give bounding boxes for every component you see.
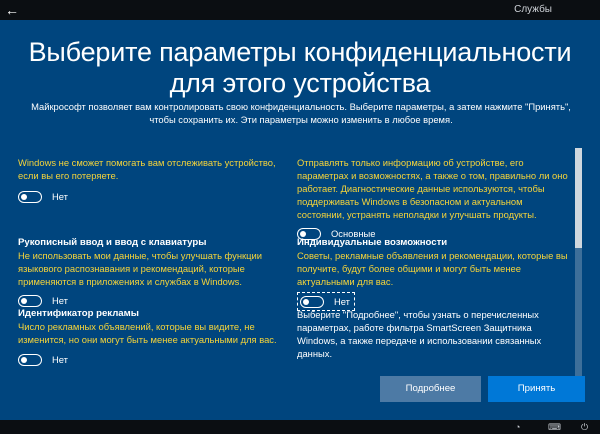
inking-toggle[interactable] — [18, 294, 42, 307]
inking-toggle-row: Нет — [18, 294, 290, 307]
advertising-description: Число рекламных объявлений, которые вы в… — [18, 321, 277, 345]
learn-more-note: Выберите "Подробнее", чтобы узнать о пер… — [297, 309, 542, 359]
intro-text: Майкрософт позволяет вам контролировать … — [31, 101, 571, 125]
inking-description: Не использовать мои данные, чтобы улучша… — [18, 250, 262, 287]
location-toggle[interactable] — [18, 190, 42, 203]
location-toggle-label: Нет — [52, 191, 68, 202]
advertising-toggle-label: Нет — [52, 354, 68, 365]
page-title: Выберите параметры конфиденциальности дл… — [28, 37, 572, 98]
accept-button[interactable]: Принять — [488, 376, 585, 402]
learn-more-button[interactable]: Подробнее — [380, 376, 481, 402]
inking-heading: Рукописный ввод и ввод с клавиатуры — [18, 237, 207, 248]
tailored-heading: Индивидуальные возможности — [297, 237, 448, 248]
location-toggle-row: Нет — [18, 190, 288, 203]
tailored-toggle-label: Нет — [334, 296, 350, 307]
toggle-knob — [21, 297, 27, 304]
services-label: Службы — [514, 4, 552, 15]
back-arrow-icon[interactable]: ← — [2, 0, 22, 20]
advertising-toggle[interactable] — [18, 353, 42, 366]
tailored-toggle[interactable] — [300, 295, 324, 308]
scrollbar-thumb[interactable] — [575, 148, 582, 248]
keyboard-icon[interactable]: ⌨ — [548, 422, 561, 432]
tailored-description: Советы, рекламные объявления и рекоменда… — [297, 250, 568, 287]
tailored-section: Индивидуальные возможности Советы, рекла… — [297, 236, 571, 311]
toggle-knob — [303, 298, 309, 305]
advertising-section: Идентификатор рекламы Число рекламных об… — [18, 307, 290, 366]
location-description: Windows не сможет помогать вам отслежива… — [18, 157, 276, 181]
diagnostics-description: Отправлять только информацию об устройст… — [297, 157, 568, 220]
power-icon[interactable]: ⏻ — [581, 422, 588, 432]
inking-toggle-label: Нет — [52, 295, 68, 306]
scrollbar[interactable] — [575, 148, 582, 384]
diagnostics-section: Отправлять только информацию об устройст… — [297, 156, 571, 240]
toggle-knob — [21, 193, 27, 200]
ease-of-access-icon[interactable]: ◔ — [515, 422, 520, 432]
top-bar: ← Службы — [0, 0, 600, 20]
bottom-bar: ◔ ⌨ ⏻ — [0, 420, 600, 434]
toggle-knob — [21, 356, 27, 363]
inking-section: Рукописный ввод и ввод с клавиатуры Не и… — [18, 236, 290, 307]
advertising-toggle-row: Нет — [18, 353, 290, 366]
privacy-settings-page: Выберите параметры конфиденциальности дл… — [0, 20, 600, 420]
advertising-heading: Идентификатор рекламы — [18, 308, 139, 319]
location-section: Windows не сможет помогать вам отслежива… — [18, 156, 288, 203]
